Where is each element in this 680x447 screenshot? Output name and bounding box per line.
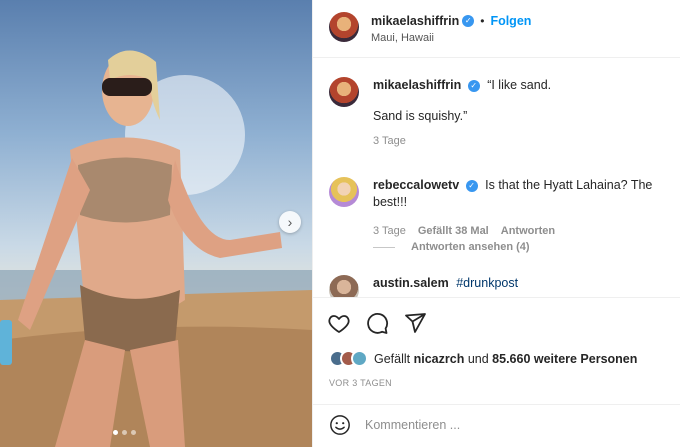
verified-badge-icon: ✓ xyxy=(462,15,475,27)
speech-bubble-icon[interactable] xyxy=(365,311,389,335)
divider xyxy=(313,57,680,58)
carousel-dots xyxy=(113,430,136,435)
likes-prefix: Gefällt xyxy=(374,351,411,366)
comment-likes[interactable]: Gefällt 38 Mal xyxy=(418,223,489,240)
comment-composer xyxy=(329,414,669,436)
avatar xyxy=(351,350,368,367)
comment-input[interactable] xyxy=(365,418,645,432)
comment: austin.salem #drunkpost xyxy=(329,275,674,297)
comment-username[interactable]: mikaelashiffrin xyxy=(373,78,461,92)
view-replies-button[interactable]: Antworten ansehen (4) xyxy=(373,241,530,253)
likes-summary: Gefällt nicazrch und 85.660 weitere Pers… xyxy=(329,350,637,367)
carousel-dot xyxy=(122,430,127,435)
post-date[interactable]: VOR 3 TAGEN xyxy=(329,378,392,388)
carousel-dot xyxy=(131,430,136,435)
post-header: mikaelashiffrin ✓ • Folgen Maui, Hawaii xyxy=(329,12,531,44)
comment-username[interactable]: rebeccalowetv xyxy=(373,178,459,192)
follow-button[interactable]: Folgen xyxy=(490,14,531,28)
caption-line-1: “I like sand. xyxy=(487,78,552,92)
next-photo-button[interactable]: › xyxy=(279,211,301,233)
replies-line xyxy=(373,246,395,248)
verified-badge-icon: ✓ xyxy=(467,79,480,92)
avatar[interactable] xyxy=(329,275,359,297)
caption: mikaelashiffrin ✓ “I like sand. Sand is … xyxy=(329,77,674,150)
avatar[interactable] xyxy=(329,77,359,107)
chevron-right-icon: › xyxy=(287,214,293,230)
paper-plane-icon[interactable] xyxy=(403,311,427,335)
comment-time[interactable]: 3 Tage xyxy=(373,133,406,150)
post-side-panel: mikaelashiffrin ✓ • Folgen Maui, Hawaii … xyxy=(312,0,680,447)
heart-icon[interactable] xyxy=(327,311,351,335)
hashtag-link[interactable]: #drunkpost xyxy=(456,276,518,290)
verified-badge-icon: ✓ xyxy=(465,179,478,192)
separator-dot: • xyxy=(480,14,485,28)
action-bar xyxy=(327,311,427,335)
comment-time[interactable]: 3 Tage xyxy=(373,223,406,240)
liker-username[interactable]: nicazrch xyxy=(414,352,465,366)
comment-username[interactable]: austin.salem xyxy=(373,276,449,290)
divider xyxy=(313,404,680,405)
likes-middle: und xyxy=(467,351,489,366)
liker-avatars xyxy=(329,350,368,367)
comment: rebeccalowetv ✓ Is that the Hyatt Lahain… xyxy=(329,177,674,240)
post-location[interactable]: Maui, Hawaii xyxy=(371,32,531,44)
likes-others-link[interactable]: 85.660 weitere Personen xyxy=(492,352,637,366)
carousel-dot xyxy=(113,430,118,435)
reply-button[interactable]: Antworten xyxy=(501,223,555,240)
divider xyxy=(313,297,680,298)
author-username[interactable]: mikaelashiffrin xyxy=(371,14,459,28)
caption-line-2: Sand is squishy.” xyxy=(373,109,468,123)
post-photo[interactable]: › xyxy=(0,0,312,447)
view-replies-label: Antworten ansehen (4) xyxy=(411,241,530,253)
avatar[interactable] xyxy=(329,12,359,42)
avatar[interactable] xyxy=(329,177,359,207)
photo-scene xyxy=(0,50,312,447)
smiley-icon[interactable] xyxy=(329,414,351,436)
